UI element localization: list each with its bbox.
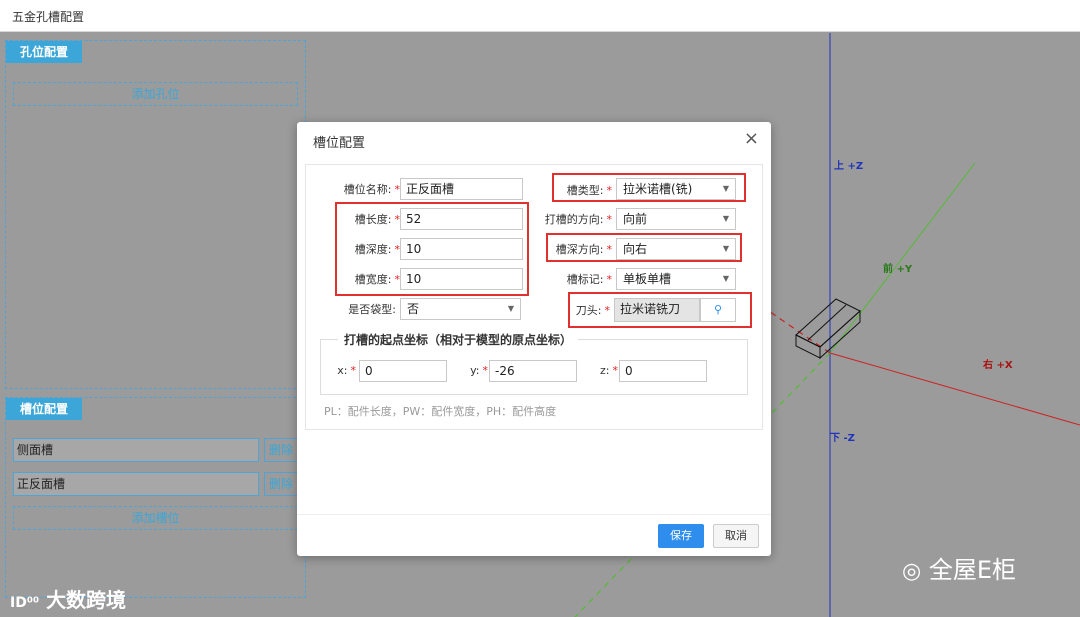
app-header: 五金孔槽配置 <box>0 0 1080 32</box>
watermark-left: ID⁰⁰ 大数跨境 <box>10 588 127 612</box>
model-box <box>795 298 861 360</box>
origin-legend: 打槽的起点坐标（相对于模型的原点坐标） <box>338 331 579 348</box>
slot-name-label: 槽位名称: * <box>343 183 400 196</box>
highlight-depth-direction <box>546 233 742 262</box>
slot-config-tag: 槽位配置 <box>6 398 83 420</box>
origin-y-label: y: * <box>470 364 488 377</box>
origin-z-input[interactable]: 0 <box>619 360 707 382</box>
slot-config-panel: 槽位配置 侧面槽 删除 正反面槽 删除 添加槽位 <box>5 397 306 598</box>
origin-z-label: z: * <box>600 364 618 377</box>
watermark-right: ◎ 全屋E柜 <box>902 556 1017 584</box>
slot-config-dialog: 槽位配置 × 槽位名称: * 正反面槽 槽长度: * 52 槽深度: * 10 槽宽度… <box>297 122 771 556</box>
slot-name-field[interactable]: 正反面槽 <box>13 472 259 496</box>
logo-icon: ID⁰⁰ <box>10 595 40 611</box>
slot-direction-select[interactable]: 向前 ▼ <box>616 208 736 230</box>
highlight-dimensions <box>335 202 529 296</box>
origin-x-input[interactable]: 0 <box>359 360 447 382</box>
origin-x-label: x: * <box>337 364 356 377</box>
add-hole-button[interactable]: 添加孔位 <box>13 82 298 106</box>
slot-mark-select[interactable]: 单板单槽 ▼ <box>616 268 736 290</box>
axis-label-down: 下 -Z <box>830 433 855 444</box>
pocket-label: 是否袋型: <box>348 303 396 316</box>
dialog-title: 槽位配置 <box>313 136 366 151</box>
app-title: 五金孔槽配置 <box>12 10 85 24</box>
chevron-down-icon: ▼ <box>507 304 514 313</box>
hole-config-tag: 孔位配置 <box>6 41 83 63</box>
y-axis-line-solid <box>829 162 976 354</box>
x-axis-line-solid <box>829 352 1080 426</box>
slot-name-input[interactable]: 正反面槽 <box>400 178 523 200</box>
slot-direction-label: 打槽的方向: * <box>544 213 612 226</box>
dialog-form: 槽位名称: * 正反面槽 槽长度: * 52 槽深度: * 10 槽宽度: * 10 是… <box>305 164 763 430</box>
dimension-hint: PL：配件长度，PW：配件宽度，PH：配件高度 <box>324 405 557 418</box>
delete-slot-button[interactable]: 删除 <box>264 438 298 462</box>
hole-config-panel: 孔位配置 添加孔位 <box>5 40 306 389</box>
slot-mark-label: 槽标记: * <box>566 273 612 286</box>
origin-y-input[interactable]: -26 <box>489 360 577 382</box>
add-slot-button[interactable]: 添加槽位 <box>13 506 298 530</box>
highlight-cutter <box>568 292 752 328</box>
axis-label-front: 前 +Y <box>883 264 913 275</box>
highlight-slot-type <box>552 173 746 202</box>
save-button[interactable]: 保存 <box>658 524 704 548</box>
pocket-select[interactable]: 否 ▼ <box>400 298 521 320</box>
dialog-footer: 保存 取消 <box>297 514 771 556</box>
chevron-down-icon: ▼ <box>722 214 729 223</box>
axis-label-right: 右 +X <box>983 360 1013 371</box>
cancel-button[interactable]: 取消 <box>713 524 759 548</box>
chevron-down-icon: ▼ <box>722 274 729 283</box>
wechat-icon: ◎ <box>902 559 922 584</box>
axis-label-up: 上 +Z <box>834 161 864 172</box>
close-icon[interactable]: × <box>744 128 759 149</box>
delete-slot-button[interactable]: 删除 <box>264 472 298 496</box>
slot-name-field[interactable]: 侧面槽 <box>13 438 259 462</box>
